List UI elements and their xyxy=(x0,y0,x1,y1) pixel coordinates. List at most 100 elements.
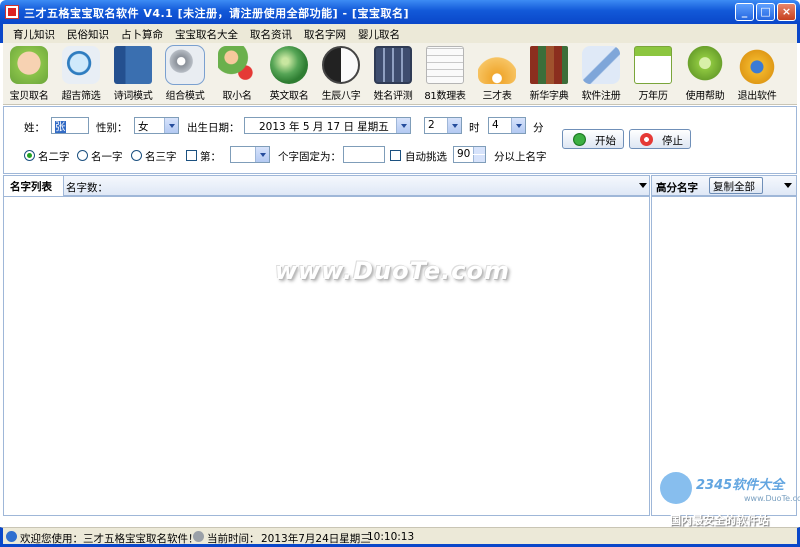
tool-combo-mode[interactable]: 组合模式 xyxy=(158,45,212,103)
score-value: 90 xyxy=(457,148,471,160)
chevron-down-icon[interactable] xyxy=(784,183,792,188)
hour-label: 时 xyxy=(469,122,480,134)
tool-baby-naming[interactable]: 宝贝取名 xyxy=(2,45,56,103)
toolbar: 宝贝取名 超吉筛选 诗词模式 组合模式 取小名 英文取名 生辰八字 姓名评测 8… xyxy=(3,43,797,105)
mascot-icon xyxy=(660,472,692,504)
fix-char-suffix: 个字固定为： xyxy=(278,151,341,163)
stop-button[interactable]: 停止 xyxy=(629,129,691,149)
tool-bazi[interactable]: 生辰八字 xyxy=(314,45,368,103)
menu-naming-news[interactable]: 取名资讯 xyxy=(250,27,292,42)
minute-value: 4 xyxy=(492,119,499,131)
minimize-button[interactable]: _ xyxy=(735,3,754,21)
tool-help[interactable]: 使用帮助 xyxy=(678,45,732,103)
auto-pick-label: 自动挑选 xyxy=(405,151,447,163)
tool-label: 诗词模式 xyxy=(113,91,153,102)
globe-icon xyxy=(270,46,308,84)
tool-label: 软件注册 xyxy=(581,91,621,102)
birth-date-label: 出生日期： xyxy=(187,122,240,134)
radio-three-char[interactable] xyxy=(131,150,142,161)
auto-pick-checkbox[interactable] xyxy=(390,150,401,161)
close-button[interactable]: × xyxy=(777,3,796,21)
status-bar: 欢迎您使用：三才五格宝宝取名软件！ 当前时间： 2013年7月24日星期三 10… xyxy=(0,527,800,547)
radio-one-char-label: 名一字 xyxy=(91,151,123,163)
tool-super-filter[interactable]: 超吉筛选 xyxy=(54,45,108,103)
watermark-url: www.DuoTe.com xyxy=(744,494,800,503)
tool-label: 81数理表 xyxy=(424,91,466,102)
tool-label: 退出软件 xyxy=(737,91,777,102)
maximize-button[interactable]: □ xyxy=(756,3,775,21)
name-list[interactable] xyxy=(3,196,650,516)
calculator-icon xyxy=(374,46,412,84)
tool-english-name[interactable]: 英文取名 xyxy=(262,45,316,103)
surname-label: 姓： xyxy=(24,122,45,134)
menu-folklore[interactable]: 民俗知识 xyxy=(67,27,109,42)
high-score-list[interactable] xyxy=(651,196,797,516)
start-button[interactable]: 开始 xyxy=(562,129,624,149)
minute-label: 分 xyxy=(533,122,544,134)
watermark-text: www.DuoTe.com xyxy=(275,257,510,285)
menu-divination[interactable]: 占卜算命 xyxy=(121,27,163,42)
menu-baby-names[interactable]: 宝宝取名大全 xyxy=(175,27,238,42)
tab-name-list[interactable]: 名字列表 xyxy=(4,176,64,196)
fix-char-label: 第： xyxy=(200,151,221,163)
exit-icon xyxy=(738,46,776,84)
tool-calendar[interactable]: 万年历 xyxy=(626,45,680,103)
minute-select[interactable]: 4 xyxy=(488,117,526,134)
surname-input[interactable]: 张 xyxy=(51,117,89,134)
book-icon xyxy=(114,46,152,84)
number-table-icon xyxy=(426,46,464,84)
window-title: 三才五格宝宝取名软件 V4.1 [未注册，请注册使用全部功能] - [宝宝取名] xyxy=(24,7,409,20)
chevron-down-icon xyxy=(255,147,269,162)
gears-icon xyxy=(165,45,205,85)
menu-naming-site[interactable]: 取名字网 xyxy=(304,27,346,42)
title-bar: 三才五格宝宝取名软件 V4.1 [未注册，请注册使用全部功能] - [宝宝取名]… xyxy=(0,0,800,24)
radio-three-char-label: 名三字 xyxy=(145,151,177,163)
gender-select[interactable]: 女 xyxy=(134,117,179,134)
tool-81-numerology[interactable]: 81数理表 xyxy=(418,45,472,103)
stop-icon xyxy=(640,133,653,146)
status-clock: 10:10:13 xyxy=(367,531,415,543)
hour-value: 2 xyxy=(428,119,435,131)
tool-poetry-mode[interactable]: 诗词模式 xyxy=(106,45,160,103)
menu-bar: 育儿知识 民俗知识 占卜算命 宝宝取名大全 取名资讯 取名字网 婴儿取名 xyxy=(0,24,800,43)
fix-char-checkbox[interactable] xyxy=(186,150,197,161)
app-icon xyxy=(5,5,19,19)
menu-infant-naming[interactable]: 婴儿取名 xyxy=(358,27,400,42)
hour-select[interactable]: 2 xyxy=(424,117,462,134)
stepper-up-icon[interactable] xyxy=(473,147,485,154)
gender-label: 性别： xyxy=(96,122,128,134)
radio-two-char[interactable] xyxy=(24,150,35,161)
chevron-down-icon xyxy=(396,118,410,133)
info-icon xyxy=(6,531,17,542)
stop-button-label: 停止 xyxy=(662,135,683,147)
name-list-header: 名字列表 名字数： xyxy=(3,175,650,196)
radio-one-char[interactable] xyxy=(77,150,88,161)
watermark-brand: 2345软件大全 xyxy=(696,478,785,493)
start-button-label: 开始 xyxy=(595,135,616,147)
tool-exit[interactable]: 退出软件 xyxy=(730,45,784,103)
fixed-char-input[interactable] xyxy=(343,146,385,163)
birth-date-picker[interactable]: 2013 年 5 月 17 日 星期五 xyxy=(244,117,411,134)
tool-registration[interactable]: 软件注册 xyxy=(574,45,628,103)
tool-sancai-table[interactable]: 三才表 xyxy=(470,45,524,103)
tool-label: 组合模式 xyxy=(165,91,205,102)
chevron-down-icon xyxy=(511,118,525,133)
menu-parenting[interactable]: 育儿知识 xyxy=(13,27,55,42)
chevron-down-icon[interactable] xyxy=(639,183,647,188)
tool-name-evaluation[interactable]: 姓名评测 xyxy=(366,45,420,103)
stepper-down-icon[interactable] xyxy=(473,155,485,162)
copy-all-label: 复制全部 xyxy=(713,181,755,193)
yinyang-icon xyxy=(322,46,360,84)
chevron-down-icon xyxy=(164,118,178,133)
tool-nickname[interactable]: 取小名 xyxy=(210,45,264,103)
radio-two-char-label: 名二字 xyxy=(38,151,70,163)
fix-position-select[interactable] xyxy=(230,146,270,163)
copy-all-button[interactable]: 复制全部 xyxy=(709,177,763,194)
tool-xinhua-dictionary[interactable]: 新华字典 xyxy=(522,45,576,103)
status-time-label: 当前时间： xyxy=(207,533,260,545)
status-welcome: 欢迎您使用：三才五格宝宝取名软件！ xyxy=(20,533,199,545)
score-stepper[interactable]: 90 xyxy=(453,146,486,163)
chevron-down-icon xyxy=(447,118,461,133)
birth-date-value: 2013 年 5 月 17 日 星期五 xyxy=(259,121,389,133)
baby-icon xyxy=(10,46,48,84)
